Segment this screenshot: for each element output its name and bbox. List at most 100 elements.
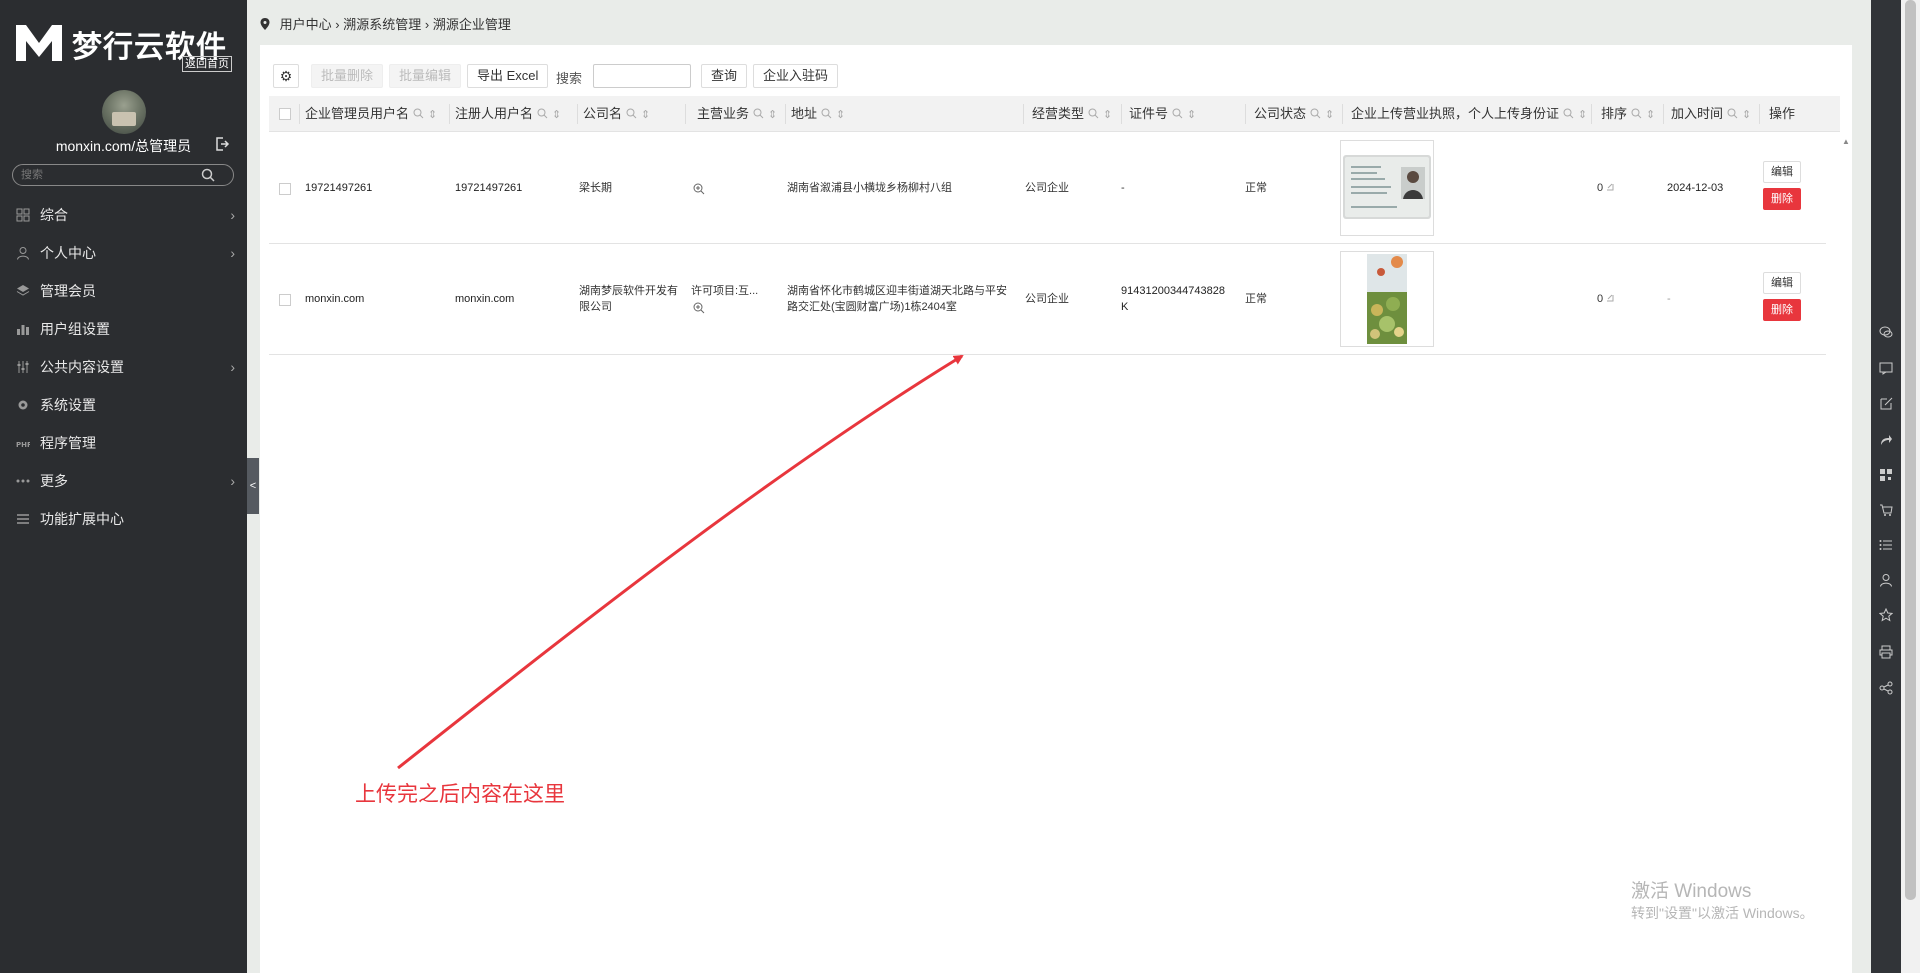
edit-sort-icon[interactable]	[1606, 183, 1614, 191]
share-arrow-icon[interactable]	[1879, 433, 1893, 447]
sort-icon[interactable]: ⇕	[1742, 109, 1751, 121]
menu-item-public-content-settings[interactable]: 公共内容设置 ›	[0, 348, 247, 386]
row-checkbox[interactable]	[279, 183, 291, 195]
delete-button[interactable]: 删除	[1763, 188, 1801, 210]
search-icon[interactable]	[1631, 108, 1642, 119]
col-company[interactable]: 公司名 ⇕	[583, 96, 650, 132]
sidebar-search-input[interactable]	[13, 165, 193, 185]
business-license-thumbnail[interactable]	[1340, 251, 1434, 347]
sort-icon[interactable]: ⇕	[768, 109, 777, 121]
scroll-up-icon[interactable]: ▲	[1842, 137, 1850, 146]
windows-activation-watermark: 激活 Windows	[1631, 881, 1752, 902]
print-icon[interactable]	[1879, 645, 1893, 659]
zoom-in-icon[interactable]	[693, 302, 705, 314]
select-all-checkbox[interactable]	[279, 108, 291, 120]
search-icon[interactable]	[821, 108, 832, 119]
breadcrumb-item[interactable]: 溯源系统管理	[343, 17, 421, 32]
col-biz-type[interactable]: 经营类型 ⇕	[1032, 96, 1112, 132]
zoom-in-icon[interactable]	[693, 183, 705, 195]
export-excel-button[interactable]: 导出 Excel	[467, 64, 549, 88]
col-label: 企业管理员用户名	[305, 106, 410, 121]
col-status[interactable]: 公司状态 ⇕	[1254, 96, 1334, 132]
search-icon[interactable]	[537, 108, 548, 119]
qr-icon[interactable]	[1879, 468, 1893, 482]
col-join-time[interactable]: 加入时间 ⇕	[1671, 96, 1751, 132]
avatar[interactable]	[102, 90, 146, 134]
sidebar-collapse-button[interactable]: <	[247, 458, 259, 514]
search-label: 搜索	[556, 71, 583, 86]
menu-item-more[interactable]: 更多 ›	[0, 462, 247, 500]
bulk-edit-button[interactable]: 批量编辑	[389, 64, 462, 88]
list-icon[interactable]	[1879, 538, 1893, 552]
more-dots-icon	[16, 479, 30, 483]
sort-icon[interactable]: ⇕	[1578, 109, 1587, 121]
col-sort[interactable]: 排序 ⇕	[1601, 96, 1655, 132]
table-scrollbar[interactable]: ▲ ▼	[1840, 133, 1852, 973]
menu-item-manage-members[interactable]: 管理会员	[0, 272, 247, 310]
search-icon[interactable]	[1563, 108, 1574, 119]
col-label: 加入时间	[1671, 106, 1724, 121]
menu-item-label: 用户组设置	[40, 321, 110, 337]
page-scrollbar-thumb[interactable]	[1905, 0, 1916, 900]
breadcrumb: 用户中心 › 溯源系统管理 › 溯源企业管理	[260, 14, 511, 33]
bar-chart-icon	[17, 325, 29, 335]
chat-icon[interactable]	[1879, 325, 1893, 339]
home-link[interactable]: 返回首页	[182, 56, 232, 72]
search-icon[interactable]	[413, 108, 424, 119]
search-icon[interactable]	[1310, 108, 1321, 119]
search-icon[interactable]	[1727, 108, 1738, 119]
sort-icon[interactable]: ⇕	[1646, 109, 1655, 121]
search-icon[interactable]	[1088, 108, 1099, 119]
search-icon[interactable]	[1172, 108, 1183, 119]
sort-icon[interactable]: ⇕	[428, 109, 437, 121]
sort-value-cell: 0	[1597, 291, 1614, 307]
delete-button[interactable]: 删除	[1763, 299, 1801, 321]
sidebar-menu: 综合 › 个人中心 › 管理会员 用户组设置 公共内容设置 › 系统设置 PHP…	[0, 196, 247, 538]
col-address[interactable]: 地址 ⇕	[791, 96, 845, 132]
id-card-thumbnail[interactable]	[1340, 140, 1434, 236]
settings-gear-button[interactable]: ⚙	[273, 64, 299, 88]
search-icon[interactable]	[201, 168, 215, 182]
col-business[interactable]: 主营业务 ⇕	[697, 96, 777, 132]
menu-item-personal-center[interactable]: 个人中心 ›	[0, 234, 247, 272]
breadcrumb-item[interactable]: 用户中心	[280, 17, 332, 32]
col-label: 主营业务	[697, 106, 750, 121]
logout-icon[interactable]	[214, 136, 230, 152]
edit-button[interactable]: 编辑	[1763, 161, 1801, 183]
sort-icon[interactable]: ⇕	[836, 109, 845, 121]
menu-item-overview[interactable]: 综合 ›	[0, 196, 247, 234]
gear-icon	[18, 400, 28, 410]
search-icon[interactable]	[626, 108, 637, 119]
sort-icon[interactable]: ⇕	[1325, 109, 1334, 121]
search-input[interactable]	[593, 64, 691, 88]
sort-icon[interactable]: ⇕	[552, 109, 561, 121]
row-checkbox[interactable]	[279, 294, 291, 306]
page-scrollbar[interactable]	[1901, 0, 1920, 973]
message-icon[interactable]	[1879, 361, 1893, 375]
sort-icon[interactable]: ⇕	[641, 109, 650, 121]
share-icon[interactable]	[1879, 681, 1893, 695]
query-button[interactable]: 查询	[701, 64, 748, 88]
edit-sort-icon[interactable]	[1606, 294, 1614, 302]
bulk-delete-button[interactable]: 批量删除	[311, 64, 384, 88]
search-icon[interactable]	[753, 108, 764, 119]
edit-button[interactable]: 编辑	[1763, 272, 1801, 294]
menu-item-system-settings[interactable]: 系统设置	[0, 386, 247, 424]
enterprise-code-button[interactable]: 企业入驻码	[753, 64, 839, 88]
logo[interactable]: 梦行云软件 返回首页	[14, 18, 234, 74]
sort-icon[interactable]: ⇕	[1187, 109, 1196, 121]
cart-icon[interactable]	[1879, 503, 1893, 517]
breadcrumb-separator: ›	[424, 17, 430, 32]
col-registrant[interactable]: 注册人用户名 ⇕	[455, 96, 561, 132]
star-icon[interactable]	[1879, 608, 1893, 622]
col-license-upload[interactable]: 企业上传营业执照，个人上传身份证 ⇕	[1351, 96, 1587, 132]
menu-item-extension-center[interactable]: 功能扩展中心	[0, 500, 247, 538]
col-license-no[interactable]: 证件号 ⇕	[1129, 96, 1196, 132]
biz-type-cell: 公司企业	[1025, 182, 1069, 194]
col-admin-user[interactable]: 企业管理员用户名 ⇕	[305, 96, 437, 132]
sort-icon[interactable]: ⇕	[1103, 109, 1112, 121]
user-icon[interactable]	[1879, 573, 1893, 587]
menu-item-user-group-settings[interactable]: 用户组设置	[0, 310, 247, 348]
menu-item-program-management[interactable]: PHP 程序管理	[0, 424, 247, 462]
edit-icon[interactable]	[1879, 397, 1893, 411]
